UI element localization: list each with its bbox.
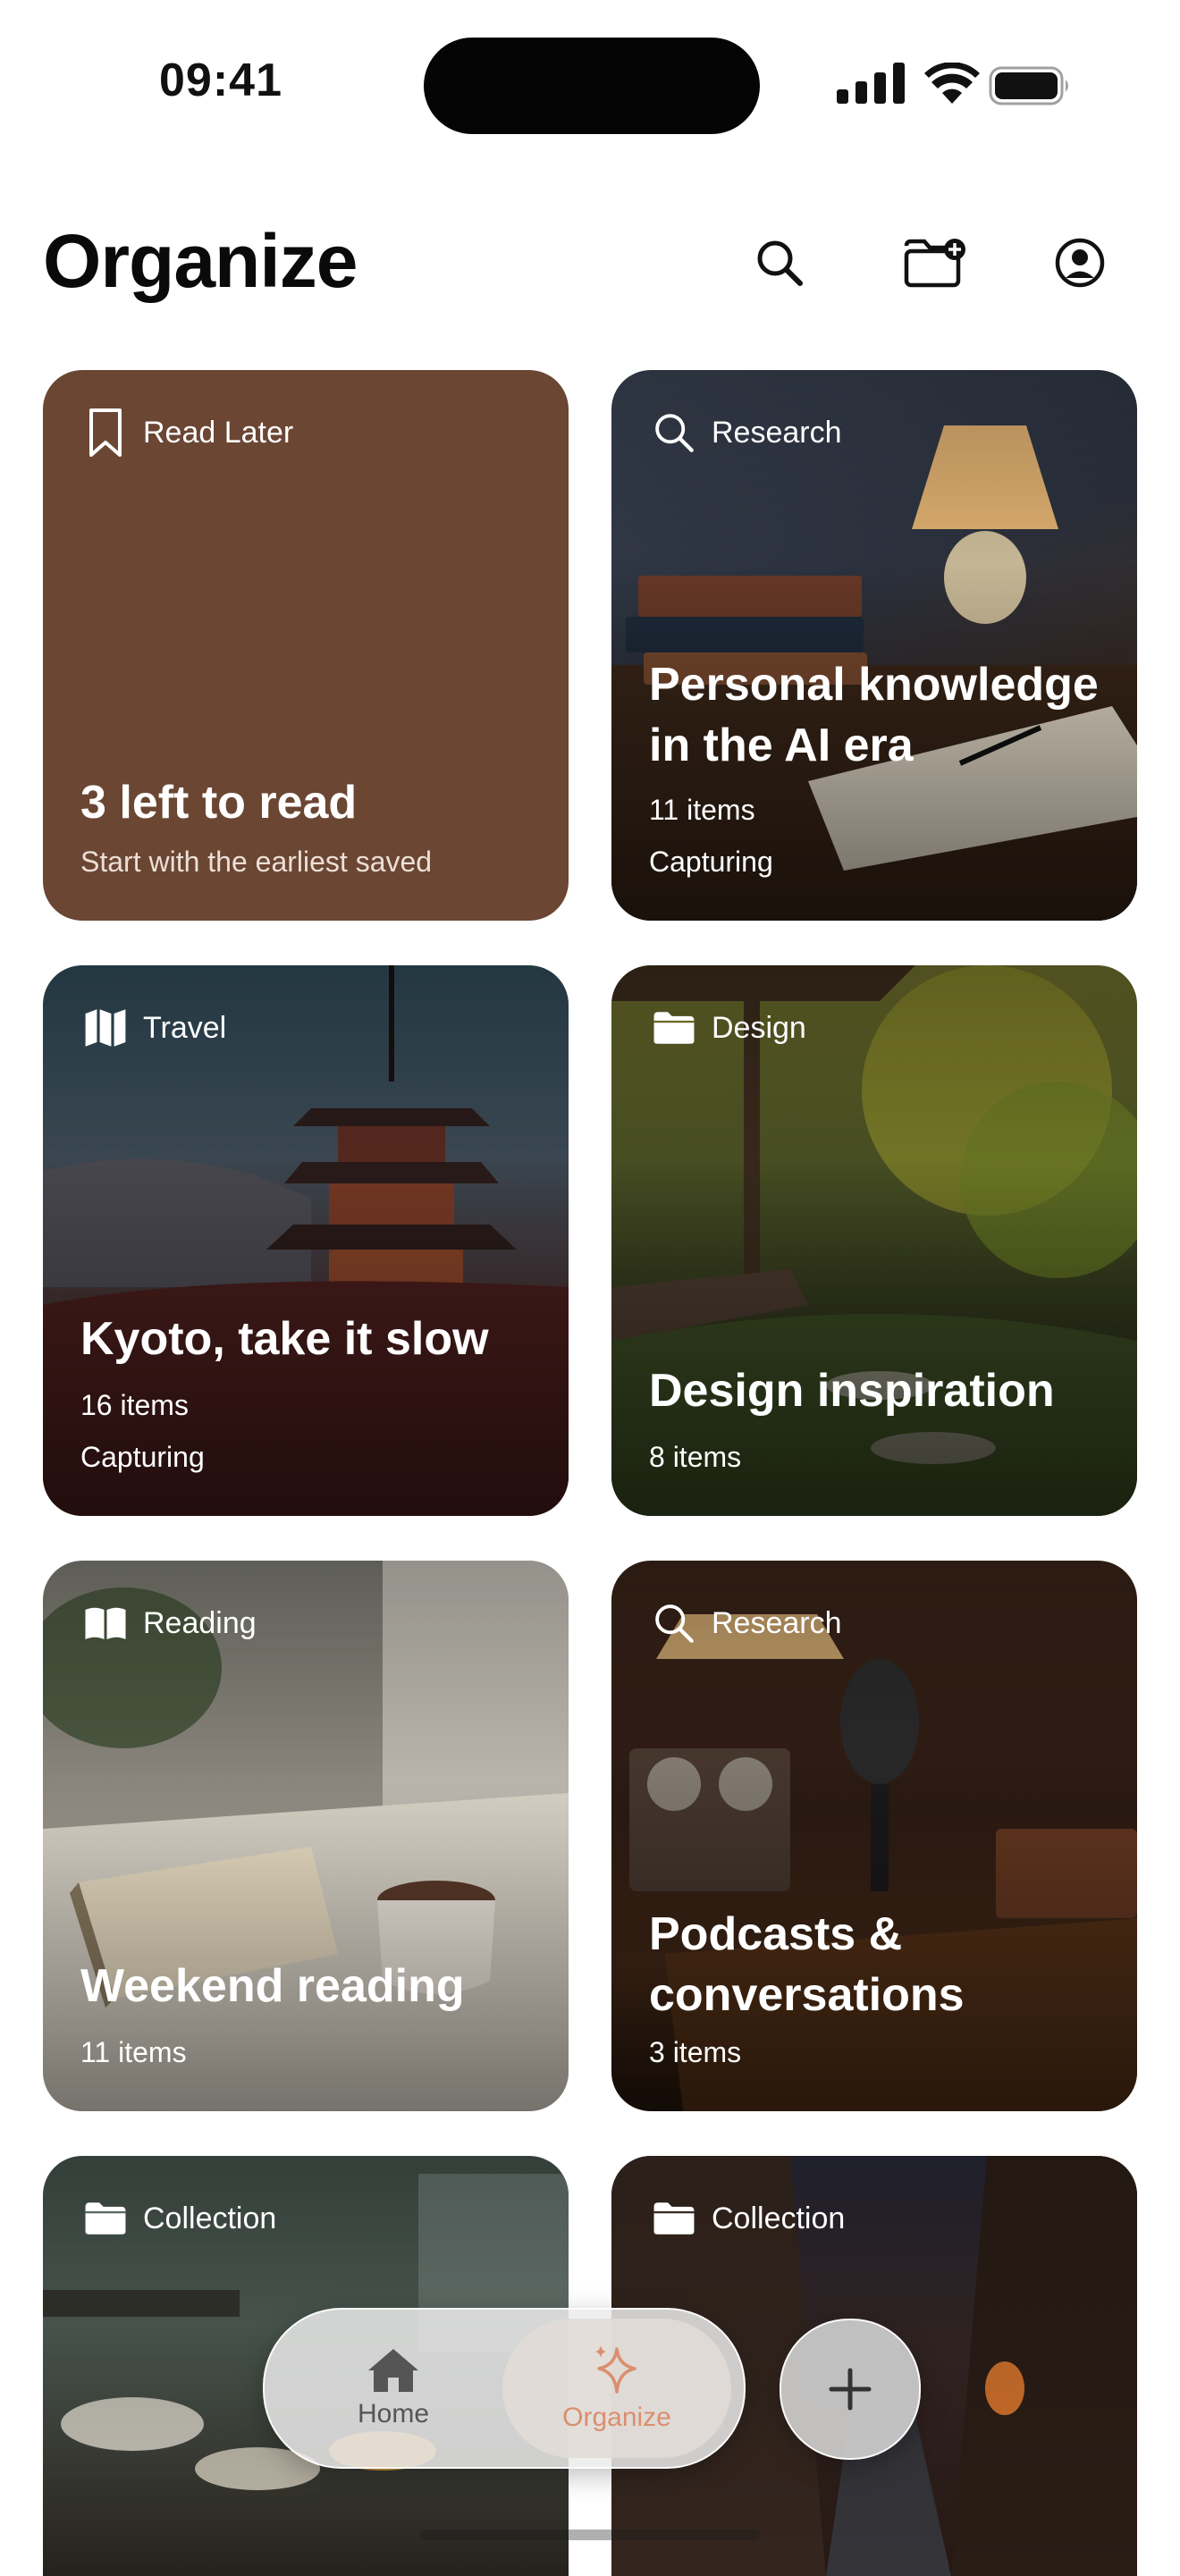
search-button[interactable]	[733, 216, 826, 309]
card-tag: Research	[653, 408, 842, 458]
tab-organize-label: Organize	[562, 2403, 671, 2432]
collection-card[interactable]: Research Podcasts & conversations 3 item…	[611, 1561, 1137, 2111]
card-count: 16 items	[80, 1389, 189, 1421]
read-later-card[interactable]: Read Later 3 left to read Start with the…	[43, 370, 569, 921]
collection-card[interactable]: Travel Kyoto, take it slow 16 items Capt…	[43, 965, 569, 1516]
search-icon	[757, 240, 803, 286]
wifi-icon	[924, 63, 980, 104]
tab-home-label: Home	[357, 2399, 430, 2429]
card-title: 3 left to read	[80, 777, 358, 829]
battery-icon	[989, 66, 1068, 105]
card-count: 11 items	[80, 2036, 187, 2068]
card-tag-label: Read Later	[143, 415, 294, 450]
folder-icon	[85, 2202, 126, 2235]
cellular-signal-icon	[837, 63, 905, 104]
card-tag: Research	[653, 1598, 842, 1648]
card-title: Podcasts & conversations	[649, 1908, 965, 2021]
card-status: Capturing	[80, 1441, 205, 1473]
folder-add-icon	[904, 239, 965, 288]
tab-organize[interactable]: Organize	[502, 2319, 731, 2458]
card-tag: Reading	[84, 1598, 257, 1648]
bookmark-icon	[89, 408, 122, 457]
collection-card[interactable]: Reading Weekend reading 11 items	[43, 1561, 569, 2111]
search-icon	[655, 414, 694, 452]
page-title: Organize	[43, 219, 358, 303]
new-folder-button[interactable]	[889, 216, 982, 309]
card-title: Personal knowledge in the AI era	[649, 659, 1099, 771]
card-count: 8 items	[649, 1441, 742, 1473]
profile-button[interactable]	[1033, 216, 1126, 309]
collection-card[interactable]: Research Personal knowledge in the AI er…	[611, 370, 1137, 921]
add-button[interactable]	[780, 2319, 921, 2460]
home-indicator	[420, 2530, 760, 2540]
home-icon	[368, 2349, 418, 2392]
status-bar: 09:41	[0, 0, 1180, 152]
folder-icon	[653, 2202, 695, 2235]
card-tag-label: Reading	[143, 1605, 257, 1640]
tab-bar: Home Organize	[263, 2308, 746, 2469]
status-time: 09:41	[159, 55, 282, 106]
card-tag: Collection	[84, 2193, 276, 2243]
collection-card[interactable]: Design Design inspiration 8 items	[611, 965, 1137, 1516]
card-title: Weekend reading	[80, 1960, 465, 2012]
card-title: Design inspiration	[649, 1365, 1055, 1417]
sparkles-icon	[595, 2345, 636, 2394]
card-tag: Collection	[653, 2193, 845, 2243]
card-tag-label: Research	[712, 415, 842, 450]
card-subtitle: Start with the earliest saved	[80, 846, 433, 878]
search-icon	[655, 1604, 694, 1643]
card-title: Kyoto, take it slow	[80, 1313, 489, 1365]
card-tag-label: Research	[712, 1605, 842, 1640]
card-tag: Design	[653, 1003, 806, 1053]
dynamic-island	[424, 38, 760, 134]
card-status: Capturing	[649, 846, 773, 878]
map-icon	[85, 1009, 126, 1047]
card-tag-label: Travel	[143, 1010, 227, 1045]
card-count: 3 items	[649, 2036, 742, 2068]
card-tag: Travel	[84, 1003, 226, 1053]
user-circle-icon	[1055, 238, 1105, 288]
plus-icon	[829, 2368, 872, 2411]
open-book-icon	[85, 1607, 126, 1639]
folder-icon	[653, 1012, 695, 1044]
card-tag: Read Later	[84, 408, 293, 458]
card-tag-label: Collection	[143, 2201, 277, 2235]
card-tag-label: Collection	[712, 2201, 846, 2235]
card-count: 11 items	[649, 794, 755, 826]
tab-home[interactable]: Home	[279, 2319, 508, 2458]
card-tag-label: Design	[712, 1010, 806, 1045]
